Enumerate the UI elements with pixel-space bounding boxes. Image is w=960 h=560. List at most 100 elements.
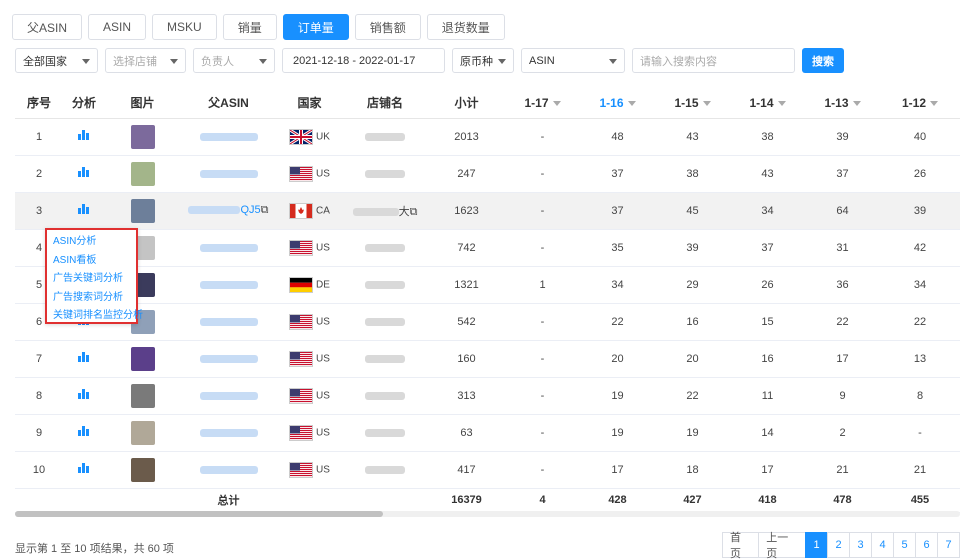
- tab-1[interactable]: ASIN: [88, 14, 147, 40]
- parent-asin-cell[interactable]: [180, 340, 277, 378]
- column-header[interactable]: 1-13: [805, 88, 880, 119]
- country-cell: UK: [277, 118, 342, 156]
- currency-select[interactable]: 原币种: [452, 48, 514, 73]
- parent-asin-cell[interactable]: [180, 266, 277, 304]
- parent-asin-redacted[interactable]: [199, 280, 258, 289]
- sort-icon[interactable]: [930, 101, 939, 107]
- menu-item[interactable]: 广告关键词分析: [53, 270, 130, 289]
- product-thumbnail[interactable]: [130, 198, 155, 223]
- parent-asin-cell[interactable]: [180, 118, 277, 156]
- parent-asin-redacted[interactable]: [199, 132, 258, 141]
- tab-0[interactable]: 父ASIN: [12, 14, 83, 40]
- page-button-7[interactable]: 7: [937, 532, 960, 558]
- sort-icon[interactable]: [552, 101, 561, 107]
- scrollbar-thumb[interactable]: [15, 511, 383, 517]
- parent-asin-cell[interactable]: [180, 414, 277, 452]
- bar-chart-icon[interactable]: [78, 130, 90, 140]
- bar-chart-icon[interactable]: [78, 167, 90, 177]
- table-row: 4 US 742-35 39 37 31 42: [15, 229, 960, 267]
- parent-asin-suffix[interactable]: QJ5: [240, 204, 260, 216]
- parent-asin-redacted[interactable]: [199, 391, 258, 400]
- daily-value: 29: [655, 266, 730, 304]
- horizontal-scrollbar[interactable]: [15, 511, 960, 517]
- parent-asin-redacted[interactable]: [199, 317, 258, 326]
- product-thumbnail[interactable]: [130, 420, 155, 445]
- column-header-label: 小计: [454, 96, 479, 111]
- parent-asin-redacted[interactable]: [199, 354, 258, 363]
- parent-asin-cell[interactable]: [180, 451, 277, 489]
- bar-chart-icon[interactable]: [78, 204, 90, 214]
- column-header[interactable]: 1-12: [880, 88, 960, 119]
- page-button-5[interactable]: 5: [893, 532, 916, 558]
- sort-icon[interactable]: [627, 101, 636, 107]
- column-header[interactable]: 1-15: [655, 88, 730, 119]
- parent-asin-redacted[interactable]: [199, 428, 258, 437]
- parent-asin-redacted[interactable]: [188, 206, 241, 215]
- daily-value: 8: [880, 377, 960, 415]
- chevron-down-icon: [170, 59, 178, 64]
- sort-icon[interactable]: [852, 101, 861, 107]
- column-header[interactable]: 1-17: [505, 88, 580, 119]
- search-button[interactable]: 搜索: [802, 48, 844, 73]
- menu-item[interactable]: ASIN分析: [53, 233, 130, 252]
- bar-chart-icon[interactable]: [78, 463, 90, 473]
- bar-chart-icon[interactable]: [78, 352, 90, 362]
- parent-asin-redacted[interactable]: [199, 243, 258, 252]
- analysis-cell: [63, 340, 105, 378]
- daily-value: 18: [655, 451, 730, 489]
- product-thumbnail[interactable]: [130, 124, 155, 149]
- store-select[interactable]: 选择店铺: [105, 48, 186, 73]
- column-header: 父ASIN: [180, 88, 277, 119]
- owner-select[interactable]: 负责人: [193, 48, 275, 73]
- tab-2[interactable]: MSKU: [152, 14, 217, 40]
- store-name-cell: [342, 451, 428, 489]
- bar-chart-icon[interactable]: [78, 389, 90, 399]
- parent-asin-redacted[interactable]: [199, 169, 258, 178]
- search-type-select[interactable]: ASIN: [521, 48, 625, 73]
- currency-select-value: 原币种: [460, 55, 493, 68]
- column-header[interactable]: 1-14: [730, 88, 805, 119]
- bar-chart-icon[interactable]: [78, 426, 90, 436]
- first-page-button[interactable]: 首页: [722, 532, 760, 560]
- menu-item[interactable]: 关键词排名监控分析: [53, 307, 143, 326]
- date-range-picker[interactable]: 2021-12-18 - 2022-01-17: [282, 48, 445, 73]
- parent-asin-redacted[interactable]: [199, 465, 258, 474]
- tab-5[interactable]: 销售额: [354, 14, 421, 40]
- copy-icon[interactable]: ⧉: [410, 206, 418, 218]
- parent-asin-cell[interactable]: [180, 303, 277, 341]
- subtotal: 63: [428, 414, 505, 452]
- search-input[interactable]: 请输入搜索内容: [632, 48, 795, 73]
- page-button-3[interactable]: 3: [849, 532, 872, 558]
- tab-4[interactable]: 订单量: [282, 14, 349, 40]
- table-row: 8 US 313-19 22 11 9 8: [15, 377, 960, 415]
- subtotal: 160: [428, 340, 505, 378]
- parent-asin-cell[interactable]: [180, 377, 277, 415]
- flag-us-icon: [289, 239, 314, 256]
- menu-item[interactable]: ASIN看板: [53, 252, 130, 271]
- table-row: 1 UK 2013-48 43 38 39 40: [15, 118, 960, 156]
- tab-6[interactable]: 退货数量: [426, 14, 505, 40]
- subtotal: 542: [428, 303, 505, 341]
- sort-icon[interactable]: [702, 101, 711, 107]
- column-header[interactable]: 1-16: [580, 88, 655, 119]
- parent-asin-cell[interactable]: QJ5⧉: [180, 192, 277, 230]
- product-thumbnail[interactable]: [130, 161, 155, 186]
- page-button-2[interactable]: 2: [827, 532, 850, 558]
- page-button-4[interactable]: 4: [871, 532, 894, 558]
- product-thumbnail[interactable]: [130, 383, 155, 408]
- tab-3[interactable]: 销量: [222, 14, 277, 40]
- page-button-6[interactable]: 6: [915, 532, 938, 558]
- sort-icon[interactable]: [777, 101, 786, 107]
- daily-value: 22: [655, 377, 730, 415]
- prev-page-button[interactable]: 上一页: [758, 532, 806, 560]
- empty-cell: [63, 488, 105, 513]
- store-name-redacted: [365, 132, 405, 141]
- copy-icon[interactable]: ⧉: [261, 204, 269, 216]
- product-thumbnail[interactable]: [130, 346, 155, 371]
- product-thumbnail[interactable]: [130, 457, 155, 482]
- menu-item[interactable]: 广告搜索词分析: [53, 289, 130, 308]
- page-button-1[interactable]: 1: [805, 532, 828, 558]
- country-select[interactable]: 全部国家: [15, 48, 98, 73]
- parent-asin-cell[interactable]: [180, 155, 277, 193]
- parent-asin-cell[interactable]: [180, 229, 277, 267]
